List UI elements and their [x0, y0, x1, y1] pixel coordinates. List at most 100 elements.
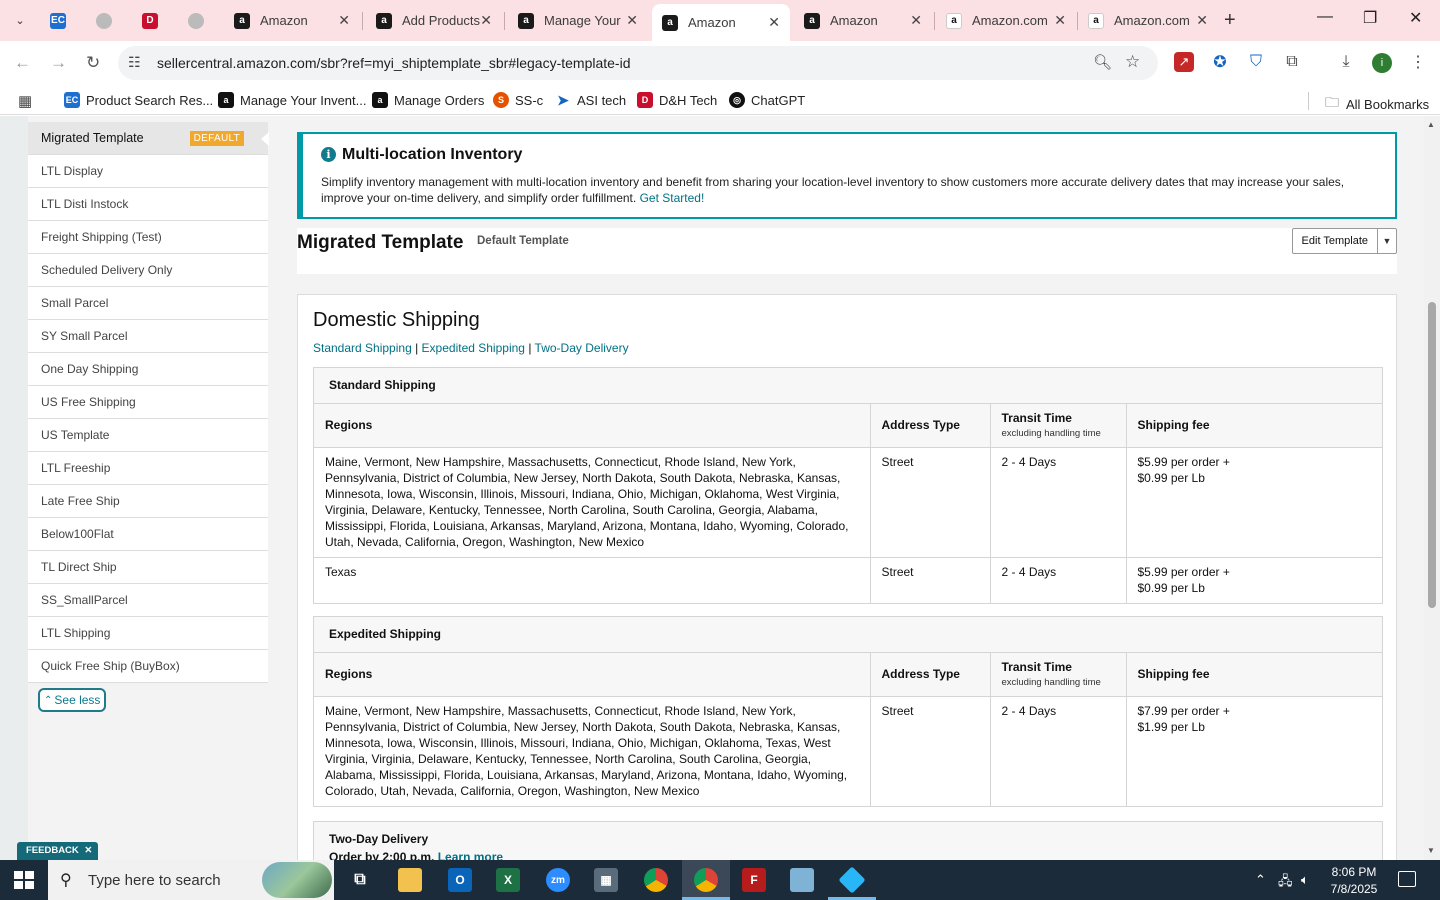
sidebar-item-ltl-freeship[interactable]: LTL Freeship	[28, 452, 268, 485]
extensions-puzzle-icon[interactable]: ⧉	[1282, 52, 1302, 72]
sidebar-item-migrated-template[interactable]: Migrated Template DEFAULT	[28, 122, 269, 155]
tab-globe-1[interactable]	[86, 4, 126, 37]
minimize-icon[interactable]: —	[1317, 8, 1333, 26]
scroll-thumb[interactable]	[1428, 302, 1436, 608]
sidebar-item-below100flat[interactable]: Below100Flat	[28, 518, 268, 551]
browser-tab-strip: ⌄ EC D a Amazon ✕ a Add Products ✕ a Man…	[0, 0, 1440, 41]
notification-icon[interactable]	[1398, 871, 1416, 887]
sidebar-item-one-day-shipping[interactable]: One Day Shipping	[28, 353, 268, 386]
bookmark-manage-orders[interactable]: a Manage Orders	[372, 92, 484, 108]
tab-amazon-2[interactable]: a Amazon ✕	[794, 4, 932, 37]
get-started-link[interactable]: Get Started!	[640, 191, 705, 205]
sidebar-item-tl-direct-ship[interactable]: TL Direct Ship	[28, 551, 268, 584]
extension-globe-icon[interactable]: ✪	[1210, 52, 1230, 72]
close-tab-icon[interactable]: ✕	[910, 12, 922, 29]
bookmark-dh-tech[interactable]: D D&H Tech	[637, 92, 717, 108]
sidebar-item-freight-shipping-test[interactable]: Freight Shipping (Test)	[28, 221, 268, 254]
page-scrollbar[interactable]: ▲ ▼	[1424, 116, 1440, 860]
sidebar-item-scheduled-delivery-only[interactable]: Scheduled Delivery Only	[28, 254, 268, 287]
close-tab-icon[interactable]: ✕	[626, 12, 638, 29]
learn-more-link[interactable]: Learn more	[438, 850, 503, 860]
sidebar-item-late-free-ship[interactable]: Late Free Ship	[28, 485, 268, 518]
profile-avatar[interactable]: i	[1372, 53, 1392, 73]
system-clock[interactable]: 8:06 PM 7/8/2025	[1330, 864, 1378, 898]
sidebar-item-ss-smallparcel[interactable]: SS_SmallParcel	[28, 584, 268, 617]
chevron-down-icon[interactable]: ▼	[1378, 229, 1396, 253]
tray-chevron-up-icon[interactable]: ⌃	[1255, 872, 1266, 888]
pdf-extension-icon[interactable]: ↗	[1174, 52, 1194, 72]
download-icon[interactable]: ⤓	[1336, 52, 1356, 72]
app-diamond-icon[interactable]	[838, 866, 866, 894]
notes-app-icon[interactable]	[790, 868, 814, 892]
scroll-down-icon[interactable]: ▼	[1427, 846, 1435, 855]
new-tab-plus-icon[interactable]: +	[1224, 9, 1236, 32]
sidebar-item-ltl-disti-instock[interactable]: LTL Disti Instock	[28, 188, 268, 221]
sidebar-item-sy-small-parcel[interactable]: SY Small Parcel	[28, 320, 268, 353]
zoom-app-icon[interactable]: zm	[546, 868, 570, 892]
bookmark-product-search[interactable]: EC Product Search Res...	[64, 92, 213, 108]
site-info-icon[interactable]: ☷	[128, 54, 141, 71]
bookmark-chatgpt[interactable]: ◎ ChatGPT	[729, 92, 805, 108]
reload-icon[interactable]: ↻	[86, 53, 100, 73]
see-less-button[interactable]: ⌃ See less	[38, 688, 107, 712]
network-icon[interactable]: 🖧	[1278, 872, 1293, 894]
restore-icon[interactable]: ❐	[1363, 8, 1377, 28]
address-bar[interactable]: ☷ sellercentral.amazon.com/sbr?ref=myi_s…	[118, 46, 1158, 80]
bookmark-manage-inventory[interactable]: a Manage Your Invent...	[218, 92, 366, 108]
taskbar-search[interactable]: ⚲ Type here to search	[48, 860, 334, 900]
more-menu-icon[interactable]: ⋮	[1408, 52, 1428, 72]
sidebar-item-ltl-display[interactable]: LTL Display	[28, 155, 268, 188]
standard-shipping-link[interactable]: Standard Shipping	[313, 341, 412, 355]
tab-add-products[interactable]: a Add Products ✕	[366, 4, 502, 37]
all-bookmarks[interactable]: 🗀 All Bookmarks	[1325, 92, 1429, 116]
apps-grid-icon[interactable]: ▦	[18, 92, 32, 110]
tab-amazon-com-1[interactable]: a Amazon.com ✕	[936, 4, 1076, 37]
tab-amazon-1[interactable]: a Amazon ✕	[224, 4, 360, 37]
close-tab-icon[interactable]: ✕	[1054, 12, 1066, 29]
zoom-icon[interactable]: 🔍︎	[1093, 53, 1112, 71]
tab-globe-2[interactable]	[178, 4, 218, 37]
close-tab-icon[interactable]: ✕	[480, 12, 492, 29]
edit-template-label[interactable]: Edit Template	[1293, 229, 1378, 253]
task-view-icon[interactable]: ⧉	[348, 868, 372, 892]
shipping-anchor-links: Standard Shipping | Expedited Shipping |…	[313, 341, 629, 355]
tab-manage-your[interactable]: a Manage Your ✕	[508, 4, 648, 37]
two-day-delivery-link[interactable]: Two-Day Delivery	[535, 341, 629, 355]
sidebar-item-ltl-shipping[interactable]: LTL Shipping	[28, 617, 268, 650]
back-arrow-icon[interactable]: ←	[14, 53, 31, 73]
chrome-icon[interactable]	[694, 868, 718, 892]
edit-template-button[interactable]: Edit Template ▼	[1291, 228, 1397, 254]
chrome-icon[interactable]	[644, 868, 668, 892]
feedback-button[interactable]: FEEDBACK ✕	[17, 842, 99, 860]
calculator-icon[interactable]: ▦	[594, 868, 618, 892]
expedited-shipping-link[interactable]: Expedited Shipping	[422, 341, 525, 355]
tab-amazon-com-2[interactable]: a Amazon.com ✕	[1078, 4, 1218, 37]
close-icon[interactable]: ✕	[84, 845, 92, 856]
url-text[interactable]: sellercentral.amazon.com/sbr?ref=myi_shi…	[157, 55, 631, 71]
tab-search-chevron-icon[interactable]: ⌄	[8, 8, 32, 32]
shield-extension-icon[interactable]: ⛉	[1246, 52, 1266, 72]
sidebar-item-us-free-shipping[interactable]: US Free Shipping	[28, 386, 268, 419]
windows-start-icon[interactable]	[14, 871, 34, 889]
volume-icon[interactable]: 🔈︎	[1301, 872, 1309, 888]
forward-arrow-icon[interactable]: →	[50, 53, 67, 73]
outlook-icon[interactable]: O	[448, 868, 472, 892]
close-window-icon[interactable]: ✕	[1409, 8, 1422, 28]
tab-dh[interactable]: D	[132, 4, 172, 37]
sidebar-item-small-parcel[interactable]: Small Parcel	[28, 287, 268, 320]
bookmark-star-icon[interactable]: ☆	[1125, 52, 1140, 72]
tab-amazon-active[interactable]: a Amazon ✕	[652, 4, 790, 41]
close-tab-icon[interactable]: ✕	[1196, 12, 1208, 29]
excel-icon[interactable]: X	[496, 868, 520, 892]
bookmark-asi-tech[interactable]: ➤ ASI tech	[555, 92, 626, 108]
sidebar-item-quick-free-ship[interactable]: Quick Free Ship (BuyBox)	[28, 650, 268, 683]
bookmark-ss-c[interactable]: S SS-c	[493, 92, 543, 108]
tab-ec[interactable]: EC	[40, 4, 80, 37]
sidebar-item-us-template[interactable]: US Template	[28, 419, 268, 452]
close-tab-icon[interactable]: ✕	[338, 12, 350, 29]
close-tab-icon[interactable]: ✕	[768, 14, 780, 31]
scroll-up-icon[interactable]: ▲	[1427, 120, 1435, 129]
tab-separator	[362, 12, 363, 30]
file-explorer-icon[interactable]	[398, 868, 422, 892]
filezilla-icon[interactable]: F	[742, 868, 766, 892]
